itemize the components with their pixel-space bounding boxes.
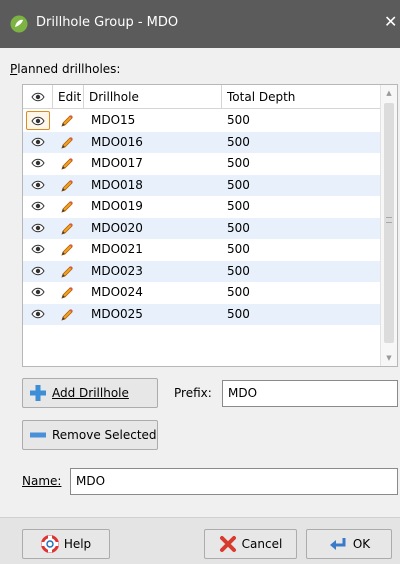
- total-depth-cell: 500: [227, 242, 250, 256]
- total-depth-cell: 500: [227, 220, 250, 235]
- help-label: Help: [63, 537, 92, 551]
- visibility-eye-icon[interactable]: [26, 111, 50, 130]
- total-depth-cell: 500: [227, 263, 250, 278]
- table-row[interactable]: MDO016 500: [23, 131, 381, 153]
- pencil-icon[interactable]: [59, 282, 79, 303]
- visibility-eye-icon[interactable]: [26, 239, 50, 260]
- table-row[interactable]: MDO021 500: [23, 239, 381, 261]
- table-row[interactable]: MDO024 500: [23, 282, 381, 304]
- drillhole-name-cell: MDO016: [91, 134, 143, 149]
- drillhole-name-cell: MDO019: [91, 199, 143, 213]
- visibility-eye-icon[interactable]: [26, 196, 50, 217]
- edit-column-header[interactable]: Edit: [53, 85, 84, 109]
- drillhole-name-cell: MDO017: [91, 156, 143, 170]
- pencil-icon[interactable]: [59, 110, 79, 131]
- ok-button[interactable]: OK: [306, 529, 392, 559]
- total-depth-cell: 500: [227, 285, 250, 299]
- table-row[interactable]: MDO018 500: [23, 174, 381, 196]
- table-body: MDO15 500 MDO016 500 MDO017 500 MDO018 500 MDO01…: [23, 110, 381, 325]
- table-row[interactable]: MDO15 500: [23, 110, 381, 132]
- scroll-up-icon[interactable]: ▲: [381, 85, 397, 101]
- pencil-icon[interactable]: [59, 175, 79, 196]
- pencil-icon[interactable]: [59, 153, 79, 174]
- depth-column-header[interactable]: Total Depth: [222, 85, 381, 109]
- plus-icon: [30, 385, 46, 401]
- enter-arrow-icon: [329, 538, 346, 550]
- total-depth-cell: 500: [227, 134, 250, 149]
- total-depth-cell: 500: [227, 113, 250, 127]
- cancel-button[interactable]: Cancel: [204, 529, 297, 559]
- drillhole-name-cell: MDO024: [91, 285, 143, 299]
- app-icon: [10, 15, 28, 33]
- cancel-label: Cancel: [241, 537, 283, 551]
- pencil-icon[interactable]: [59, 132, 79, 153]
- drillhole-name-cell: MDO15: [91, 113, 136, 127]
- total-depth-cell: 500: [227, 156, 250, 170]
- visibility-eye-icon[interactable]: [26, 218, 50, 239]
- close-icon[interactable]: ✕: [384, 12, 397, 32]
- dialog-footer: Help Cancel OK: [0, 517, 400, 564]
- drillhole-name-cell: MDO021: [91, 242, 143, 256]
- scrollbar-grip: [386, 217, 392, 223]
- drillholes-table: Edit Drillhole Total Depth MDO15 500 MDO01…: [22, 84, 398, 367]
- add-drillhole-label: Add Drillhole: [52, 386, 129, 400]
- drillhole-name-cell: MDO018: [91, 177, 143, 192]
- vertical-scrollbar[interactable]: ▲ ▼: [380, 85, 397, 366]
- add-drillhole-button[interactable]: Add Drillhole: [22, 378, 158, 408]
- visibility-eye-icon[interactable]: [26, 153, 50, 174]
- drillhole-name-cell: MDO020: [91, 220, 143, 235]
- table-row[interactable]: MDO017 500: [23, 153, 381, 175]
- cancel-x-icon: [219, 536, 236, 552]
- lifebuoy-icon: [40, 535, 59, 553]
- visibility-column-header[interactable]: [23, 85, 53, 109]
- visibility-eye-icon[interactable]: [26, 261, 50, 282]
- drillhole-name-cell: MDO023: [91, 263, 143, 278]
- planned-label-text: lanned drillholes:: [17, 62, 121, 76]
- pencil-icon[interactable]: [59, 304, 79, 325]
- title-bar: Drillhole Group - MDO ✕: [0, 0, 400, 48]
- total-depth-cell: 500: [227, 306, 250, 321]
- total-depth-cell: 500: [227, 199, 250, 213]
- drillhole-name-cell: MDO025: [91, 306, 143, 321]
- table-row[interactable]: MDO019 500: [23, 196, 381, 218]
- pencil-icon[interactable]: [59, 239, 79, 260]
- ok-label: OK: [352, 537, 371, 551]
- window-title: Drillhole Group - MDO: [36, 15, 179, 30]
- name-label: Name:: [22, 474, 62, 488]
- pencil-icon[interactable]: [59, 196, 79, 217]
- remove-selected-button[interactable]: Remove Selected: [22, 420, 158, 450]
- help-button[interactable]: Help: [22, 529, 110, 559]
- pencil-icon[interactable]: [59, 218, 79, 239]
- prefix-label: Prefix:: [174, 386, 212, 400]
- planned-drillholes-label: Planned drillholes:: [10, 62, 121, 76]
- table-header: Edit Drillhole Total Depth: [23, 85, 381, 109]
- prefix-input[interactable]: MDO: [222, 380, 398, 407]
- visibility-eye-icon[interactable]: [26, 282, 50, 303]
- visibility-eye-icon[interactable]: [26, 132, 50, 153]
- visibility-eye-icon[interactable]: [26, 304, 50, 325]
- table-row[interactable]: MDO023 500: [23, 260, 381, 282]
- drillhole-column-header[interactable]: Drillhole: [84, 85, 222, 109]
- pencil-icon[interactable]: [59, 261, 79, 282]
- eye-icon: [30, 92, 45, 102]
- minus-icon: [30, 432, 46, 438]
- scrollbar-thumb[interactable]: [384, 103, 394, 343]
- scroll-down-icon[interactable]: ▼: [381, 350, 397, 366]
- visibility-eye-icon[interactable]: [26, 175, 50, 196]
- table-row[interactable]: MDO020 500: [23, 217, 381, 239]
- table-row[interactable]: MDO025 500: [23, 303, 381, 325]
- remove-selected-label: Remove Selected: [52, 428, 157, 442]
- name-input[interactable]: MDO: [70, 468, 398, 495]
- total-depth-cell: 500: [227, 177, 250, 192]
